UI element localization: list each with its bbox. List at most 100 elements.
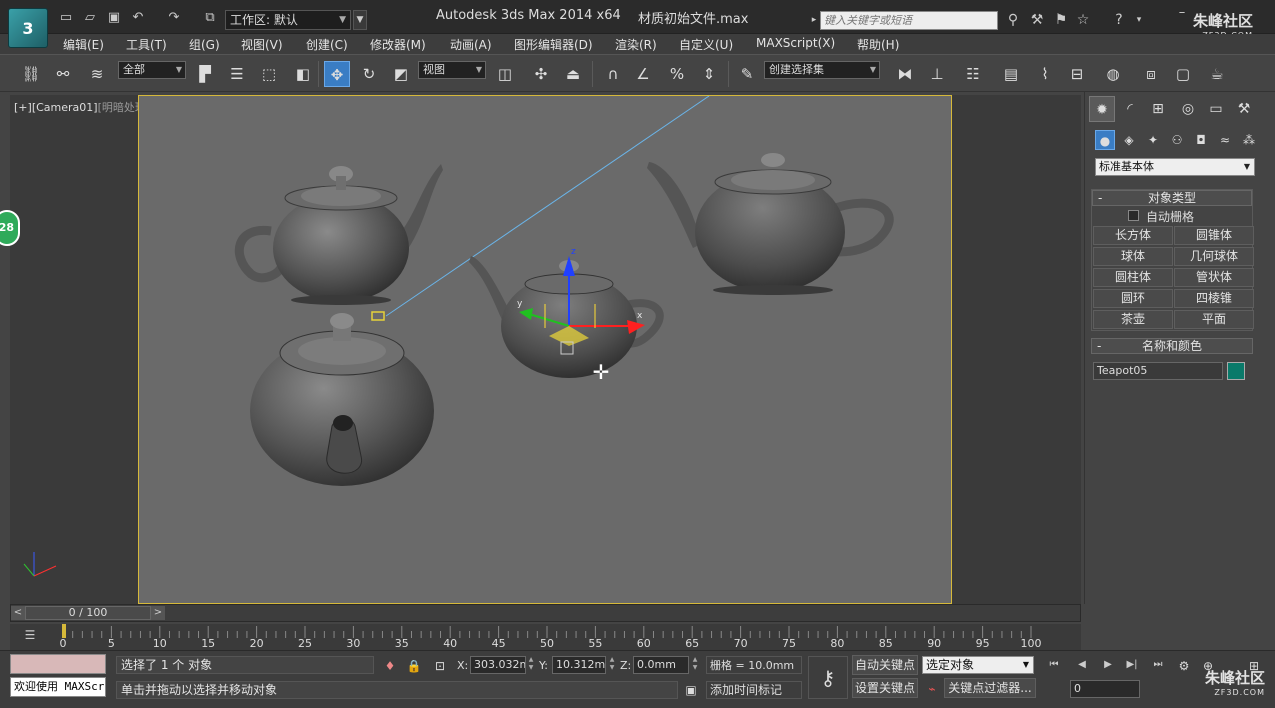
y-coordinate-field[interactable]: 10.312mm [552, 656, 606, 674]
manipulate-icon[interactable]: ✣ [528, 61, 554, 87]
viewport-label[interactable]: [+][Camera01][明暗处理] [14, 99, 150, 115]
set-key-icon[interactable]: ⚷ [808, 656, 848, 699]
menu-views[interactable]: 视图(V) [241, 36, 283, 53]
go-to-end-icon[interactable]: ⏭ [1150, 658, 1166, 672]
time-slider-next[interactable]: > [151, 606, 165, 620]
select-and-scale-icon[interactable]: ◩ [388, 61, 414, 87]
geosphere-button[interactable]: 几何球体 [1174, 247, 1254, 266]
selection-filter-dropdown[interactable]: 全部 ▼ [118, 61, 186, 79]
motion-panel-tab-icon[interactable]: ◎ [1175, 96, 1201, 122]
menu-rendering[interactable]: 渲染(R) [615, 36, 657, 53]
z-coordinate-field[interactable]: 0.0mm [633, 656, 689, 674]
material-editor-icon[interactable]: ◍ [1100, 61, 1126, 87]
snaps-toggle-icon[interactable]: ∩ [600, 61, 626, 87]
primitive-type-dropdown[interactable]: 标准基本体 ▼ [1095, 158, 1255, 176]
teapot-button[interactable]: 茶壶 [1093, 310, 1173, 329]
time-slider-prev[interactable]: < [11, 606, 25, 620]
track-bar[interactable]: ☰ 0 5 10 15 20 25 30 35 40 45 50 55 60 65 70 75 80 85 90 95… [10, 624, 1081, 650]
x-spinner[interactable]: ▲ ▼ [527, 656, 535, 674]
menu-modifiers[interactable]: 修改器(M) [370, 36, 426, 53]
teapot-object-selected[interactable]: z y x [467, 246, 677, 381]
key-filters-button[interactable]: 关键点过滤器... [944, 678, 1036, 698]
key-filters-icon[interactable]: ⌁ [924, 681, 940, 697]
curve-editor-icon[interactable]: ⌇ [1032, 61, 1058, 87]
save-file-icon[interactable]: ▣ [106, 10, 122, 26]
window-crossing-icon[interactable]: ◧ [290, 61, 316, 87]
y-spinner[interactable]: ▲ ▼ [608, 656, 616, 674]
torus-button[interactable]: 圆环 [1093, 289, 1173, 308]
favorites-star-icon[interactable]: ☆ [1074, 11, 1092, 29]
menu-edit[interactable]: 编辑(E) [63, 36, 104, 53]
set-key-button[interactable]: 设置关键点 [852, 678, 918, 698]
sphere-button[interactable]: 球体 [1093, 247, 1173, 266]
plane-button[interactable]: 平面 [1174, 310, 1254, 329]
spinner-snap-icon[interactable]: ⇕ [696, 61, 722, 87]
object-type-rollout-header[interactable]: - 对象类型 [1092, 190, 1252, 206]
cone-button[interactable]: 圆锥体 [1174, 226, 1254, 245]
lights-category-icon[interactable]: ✦ [1143, 130, 1163, 150]
current-frame-field[interactable]: 0 [1070, 680, 1140, 698]
menu-animation[interactable]: 动画(A) [450, 36, 492, 53]
select-by-name-icon[interactable]: ☰ [224, 61, 250, 87]
rectangular-selection-icon[interactable]: ⬚ [256, 61, 282, 87]
rendered-frame-window-icon[interactable]: ▢ [1170, 61, 1196, 87]
help-icon[interactable]: ? [1110, 11, 1128, 29]
redo-icon[interactable]: ↷ [166, 10, 182, 26]
object-name-field[interactable]: Teapot05 [1093, 362, 1223, 380]
layer-manager-icon[interactable]: ☷ [960, 61, 986, 87]
isolate-selection-icon[interactable]: ♦ [382, 658, 398, 674]
cylinder-button[interactable]: 圆柱体 [1093, 268, 1173, 287]
menu-group[interactable]: 组(G) [189, 36, 220, 53]
render-production-icon[interactable]: ☕ [1204, 61, 1230, 87]
cameras-category-icon[interactable]: ⚇ [1167, 130, 1187, 150]
reference-coordinate-dropdown[interactable]: 视图 ▼ [418, 61, 486, 79]
workspace-dropdown[interactable]: 工作区: 默认 ▼ [225, 10, 351, 30]
object-color-swatch[interactable] [1227, 362, 1245, 380]
undo-icon[interactable]: ↶ [130, 10, 146, 26]
create-panel-tab-icon[interactable]: ✹ [1089, 96, 1115, 122]
menu-help[interactable]: 帮助(H) [857, 36, 899, 53]
tube-button[interactable]: 管状体 [1174, 268, 1254, 287]
menu-tools[interactable]: 工具(T) [126, 36, 167, 53]
project-folder-icon[interactable]: ⧉ [202, 10, 218, 26]
menu-graph-editors[interactable]: 图形编辑器(D) [514, 36, 593, 53]
scene-explorer-icon[interactable]: ▤ [998, 61, 1024, 87]
viewport-camera-label[interactable]: [Camera01] [32, 101, 98, 114]
edit-named-selection-icon[interactable]: ✎ [734, 61, 760, 87]
space-warps-category-icon[interactable]: ≈ [1215, 130, 1235, 150]
pyramid-button[interactable]: 四棱锥 [1174, 289, 1254, 308]
box-button[interactable]: 长方体 [1093, 226, 1173, 245]
menu-create[interactable]: 创建(C) [306, 36, 348, 53]
time-config-icon[interactable]: ⚙ [1176, 658, 1192, 674]
time-slider-frame[interactable]: 0 / 100 [25, 606, 151, 620]
named-selection-dropdown[interactable]: 创建选择集 ▼ [764, 61, 880, 79]
time-slider[interactable]: < 0 / 100 > [10, 604, 1081, 622]
pivot-center-icon[interactable]: ◫ [492, 61, 518, 87]
go-to-start-icon[interactable]: ⏮ [1046, 658, 1062, 672]
search-input[interactable]: 键入关键字或短语 [820, 11, 998, 30]
schematic-view-icon[interactable]: ⊟ [1064, 61, 1090, 87]
shapes-category-icon[interactable]: ◈ [1119, 130, 1139, 150]
teapot-object-2[interactable] [645, 152, 895, 297]
link-icon[interactable]: ⛓ [18, 61, 44, 87]
mirror-icon[interactable]: ⧓ [892, 61, 918, 87]
add-time-tag-button[interactable]: 添加时间标记 [706, 681, 802, 699]
autogrid-checkbox[interactable] [1128, 210, 1139, 221]
workspace-menu-button[interactable]: ▼ [353, 10, 367, 30]
display-panel-tab-icon[interactable]: ▭ [1203, 96, 1229, 122]
binoculars-icon[interactable]: ⚲ [1004, 11, 1022, 29]
angle-snap-icon[interactable]: ∠ [630, 61, 656, 87]
open-file-icon[interactable]: ▱ [82, 10, 98, 26]
render-setup-icon[interactable]: ⧈ [1138, 61, 1164, 87]
time-tag-icon[interactable]: ▣ [683, 682, 699, 698]
maxscript-listener-output[interactable]: 欢迎使用 MAXScr [10, 677, 106, 697]
next-frame-icon[interactable]: ▶| [1124, 658, 1140, 672]
keyboard-shortcut-override-icon[interactable]: ⏏ [560, 61, 586, 87]
select-and-move-icon[interactable]: ✥ [324, 61, 350, 87]
unlink-icon[interactable]: ⚯ [50, 61, 76, 87]
systems-category-icon[interactable]: ⁂ [1239, 130, 1259, 150]
geometry-category-icon[interactable]: ● [1095, 130, 1115, 150]
previous-frame-icon[interactable]: ◀ [1074, 658, 1090, 672]
play-icon[interactable]: ▶ [1100, 658, 1116, 672]
app-logo-icon[interactable]: 3 [8, 8, 48, 48]
